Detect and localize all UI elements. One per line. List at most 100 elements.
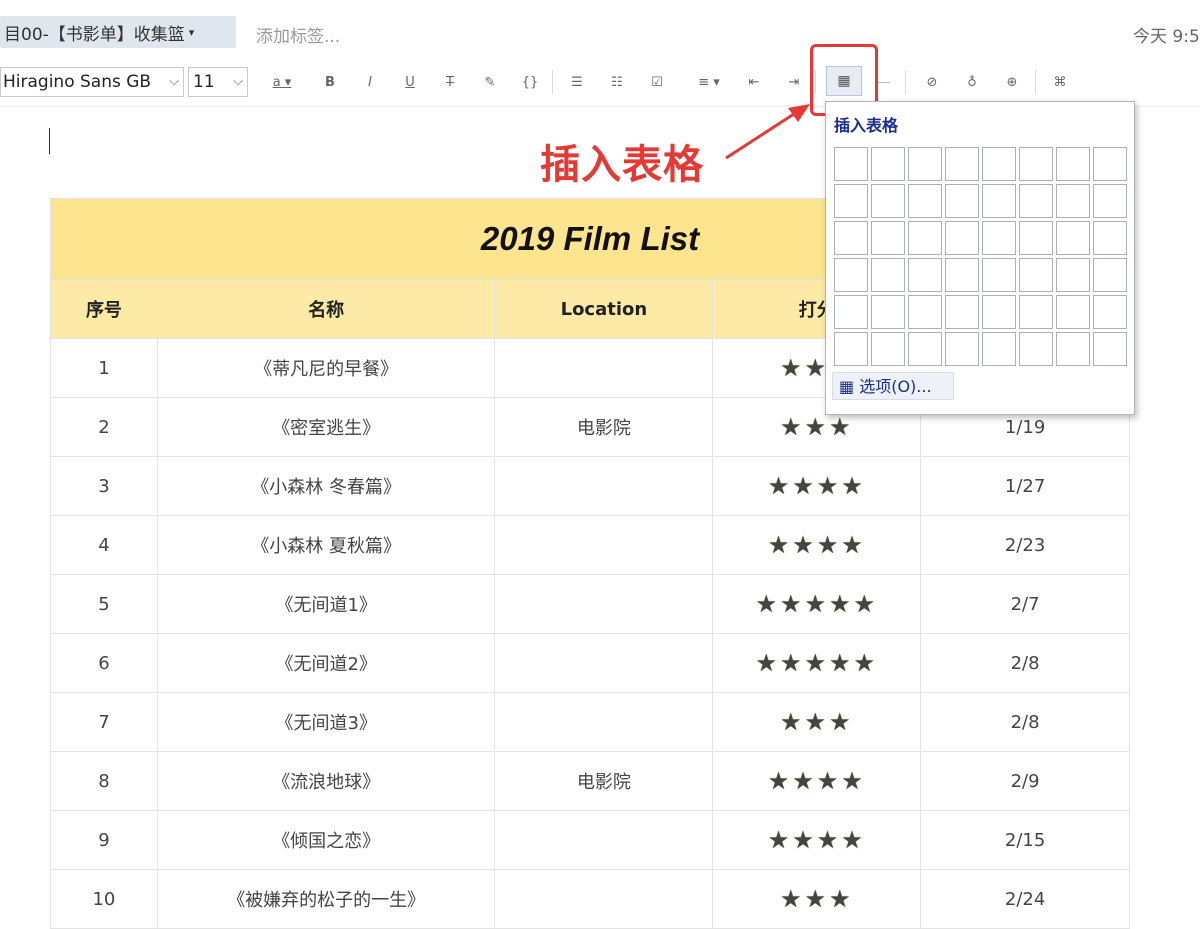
header-cell[interactable]: 名称 bbox=[156, 279, 496, 339]
more-icon[interactable]: ⌘ bbox=[1048, 72, 1072, 94]
star-rating[interactable]: ★★★★★ bbox=[712, 633, 922, 693]
table-size-cell[interactable] bbox=[871, 258, 905, 292]
star-rating[interactable]: ★★★★ bbox=[712, 810, 922, 870]
film-location[interactable] bbox=[494, 456, 714, 516]
watch-date[interactable]: 1/27 bbox=[920, 456, 1130, 516]
watch-date[interactable]: 2/8 bbox=[920, 692, 1130, 752]
film-name[interactable]: 《小森林 夏秋篇》 bbox=[156, 515, 496, 575]
film-location[interactable] bbox=[494, 633, 714, 693]
table-size-cell[interactable] bbox=[834, 332, 868, 366]
star-rating[interactable]: ★★★★ bbox=[712, 515, 922, 575]
row-number[interactable]: 9 bbox=[50, 810, 158, 870]
film-name[interactable]: 《无间道3》 bbox=[156, 692, 496, 752]
table-size-cell[interactable] bbox=[908, 332, 942, 366]
table-size-cell[interactable] bbox=[834, 184, 868, 218]
table-size-cell[interactable] bbox=[945, 147, 979, 181]
table-size-cell[interactable] bbox=[1056, 295, 1090, 329]
underline-icon[interactable]: U bbox=[398, 72, 422, 94]
star-rating[interactable]: ★★★ bbox=[712, 869, 922, 929]
watch-date[interactable]: 2/9 bbox=[920, 751, 1130, 811]
table-size-cell[interactable] bbox=[1093, 258, 1127, 292]
table-size-cell[interactable] bbox=[908, 295, 942, 329]
table-size-cell[interactable] bbox=[834, 295, 868, 329]
watch-date[interactable]: 2/7 bbox=[920, 574, 1130, 634]
row-number[interactable]: 8 bbox=[50, 751, 158, 811]
film-location[interactable] bbox=[494, 515, 714, 575]
watch-date[interactable]: 2/23 bbox=[920, 515, 1130, 575]
row-number[interactable]: 10 bbox=[50, 869, 158, 929]
table-size-cell[interactable] bbox=[834, 147, 868, 181]
align-icon[interactable]: ≡ ▾ bbox=[688, 72, 730, 94]
table-size-cell[interactable] bbox=[1093, 221, 1127, 255]
film-location[interactable] bbox=[494, 692, 714, 752]
table-size-cell[interactable] bbox=[1019, 295, 1053, 329]
tag-input[interactable]: 添加标签... bbox=[256, 22, 340, 47]
table-size-cell[interactable] bbox=[871, 295, 905, 329]
header-cell[interactable]: Location bbox=[494, 279, 714, 339]
film-location[interactable] bbox=[494, 810, 714, 870]
table-size-cell[interactable] bbox=[908, 258, 942, 292]
row-number[interactable]: 7 bbox=[50, 692, 158, 752]
film-name[interactable]: 《被嫌弃的松子的一生》 bbox=[156, 869, 496, 929]
font-size-select[interactable]: 11 ⌵ bbox=[188, 67, 248, 97]
indent-icon[interactable]: ⇥ bbox=[782, 72, 806, 94]
star-rating[interactable]: ★★★★★ bbox=[712, 574, 922, 634]
table-size-cell[interactable] bbox=[982, 147, 1016, 181]
numbered-list-icon[interactable]: ☷ bbox=[605, 72, 629, 94]
table-size-cell[interactable] bbox=[945, 295, 979, 329]
table-size-cell[interactable] bbox=[834, 221, 868, 255]
table-size-cell[interactable] bbox=[871, 221, 905, 255]
table-size-cell[interactable] bbox=[1093, 147, 1127, 181]
table-size-cell[interactable] bbox=[945, 258, 979, 292]
header-cell[interactable]: 序号 bbox=[50, 279, 158, 339]
table-size-cell[interactable] bbox=[945, 221, 979, 255]
table-size-cell[interactable] bbox=[908, 184, 942, 218]
highlight-icon[interactable]: ✎ bbox=[478, 72, 502, 94]
row-number[interactable]: 3 bbox=[50, 456, 158, 516]
table-size-cell[interactable] bbox=[945, 332, 979, 366]
table-size-cell[interactable] bbox=[1056, 221, 1090, 255]
strikethrough-icon[interactable]: T bbox=[438, 72, 462, 94]
table-size-cell[interactable] bbox=[1093, 184, 1127, 218]
film-location[interactable] bbox=[494, 574, 714, 634]
table-size-cell[interactable] bbox=[1019, 147, 1053, 181]
row-number[interactable]: 2 bbox=[50, 397, 158, 457]
watch-date[interactable]: 2/15 bbox=[920, 810, 1130, 870]
encrypt-icon[interactable]: ♁ bbox=[960, 72, 984, 94]
table-size-cell[interactable] bbox=[871, 184, 905, 218]
film-location[interactable]: 电影院 bbox=[494, 751, 714, 811]
font-color-icon[interactable]: a ▾ bbox=[262, 72, 302, 94]
watch-date[interactable]: 2/24 bbox=[920, 869, 1130, 929]
film-name[interactable]: 《蒂凡尼的早餐》 bbox=[156, 338, 496, 398]
table-size-cell[interactable] bbox=[1056, 184, 1090, 218]
table-size-cell[interactable] bbox=[945, 184, 979, 218]
film-location[interactable] bbox=[494, 869, 714, 929]
star-rating[interactable]: ★★★ bbox=[712, 692, 922, 752]
row-number[interactable]: 6 bbox=[50, 633, 158, 693]
table-size-cell[interactable] bbox=[982, 184, 1016, 218]
table-size-cell[interactable] bbox=[982, 295, 1016, 329]
notebook-selector[interactable]: 目00-【书影单】收集篮 ▾ bbox=[0, 16, 236, 48]
code-icon[interactable]: {} bbox=[518, 72, 542, 94]
table-size-cell[interactable] bbox=[1019, 258, 1053, 292]
table-size-cell[interactable] bbox=[834, 258, 868, 292]
table-size-cell[interactable] bbox=[982, 221, 1016, 255]
table-size-cell[interactable] bbox=[982, 332, 1016, 366]
row-number[interactable]: 5 bbox=[50, 574, 158, 634]
attachment-icon[interactable]: ⊘ bbox=[920, 72, 944, 94]
watch-date[interactable]: 2/8 bbox=[920, 633, 1130, 693]
row-number[interactable]: 4 bbox=[50, 515, 158, 575]
film-name[interactable]: 《流浪地球》 bbox=[156, 751, 496, 811]
italic-icon[interactable]: I bbox=[358, 72, 382, 94]
film-name[interactable]: 《倾国之恋》 bbox=[156, 810, 496, 870]
outdent-icon[interactable]: ⇤ bbox=[742, 72, 766, 94]
link-icon[interactable]: ⊕ bbox=[1000, 72, 1024, 94]
table-size-cell[interactable] bbox=[1056, 258, 1090, 292]
table-size-cell[interactable] bbox=[1093, 295, 1127, 329]
table-size-cell[interactable] bbox=[982, 258, 1016, 292]
film-name[interactable]: 《密室逃生》 bbox=[156, 397, 496, 457]
font-family-select[interactable]: Hiragino Sans GB ⌵ bbox=[0, 67, 184, 97]
film-location[interactable]: 电影院 bbox=[494, 397, 714, 457]
table-size-cell[interactable] bbox=[1019, 332, 1053, 366]
bullet-list-icon[interactable]: ☰ bbox=[565, 72, 589, 94]
